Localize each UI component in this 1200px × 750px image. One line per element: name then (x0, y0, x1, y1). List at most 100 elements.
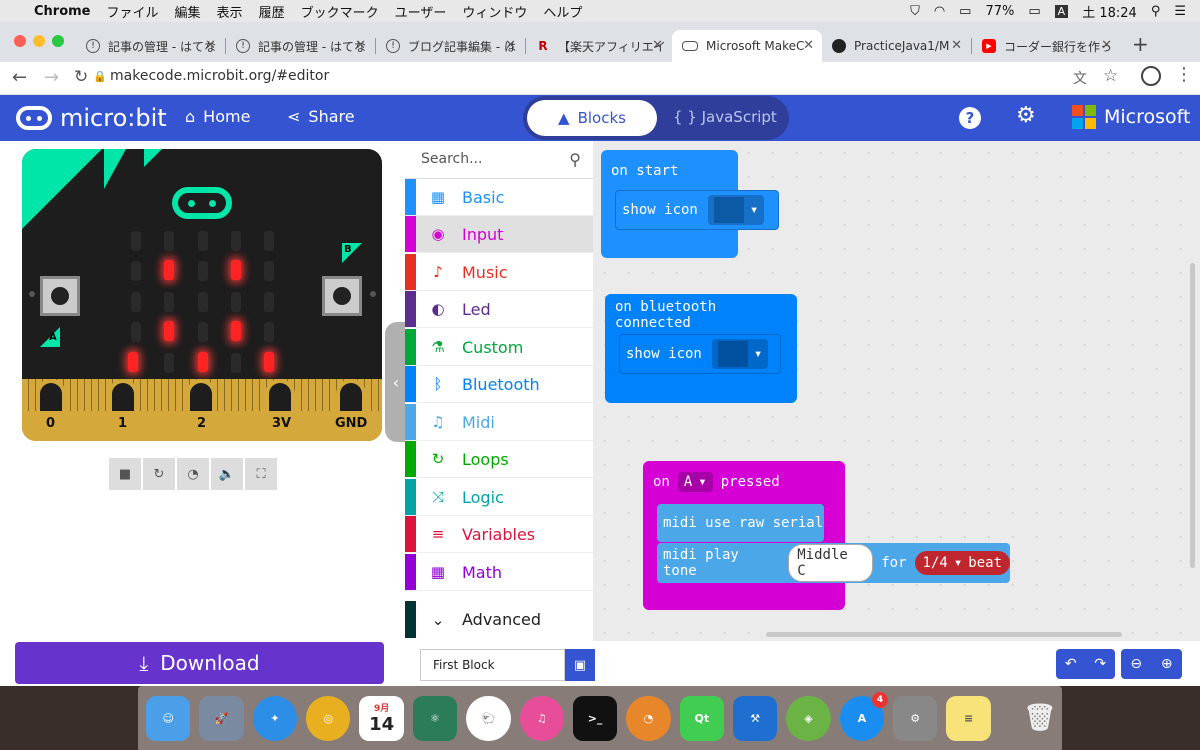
menu-bookmarks[interactable]: ブックマーク (301, 2, 379, 21)
profile-avatar-icon[interactable] (1141, 66, 1161, 86)
beat-dropdown[interactable]: 1/4 ▾ beat (914, 551, 1010, 575)
pin-1[interactable] (108, 379, 138, 411)
category-advanced[interactable]: ⌄ Advanced (405, 601, 593, 638)
tab-close-icon[interactable]: ✕ (803, 38, 814, 53)
tab-rakuten[interactable]: R 【楽天アフィリエイ ✕ (526, 30, 671, 62)
pin-0[interactable] (36, 379, 66, 411)
tab-close-icon[interactable]: ✕ (951, 38, 962, 53)
safari-compass-icon[interactable]: ✦ (252, 695, 298, 741)
pin-2[interactable] (186, 379, 216, 411)
notification-center-icon[interactable]: ☰ (1174, 4, 1186, 19)
finder-icon[interactable]: ☺ (146, 695, 191, 741)
atom-icon[interactable]: ⚛ (412, 695, 458, 741)
category-music[interactable]: ♪ Music (405, 254, 593, 291)
tab-makecode[interactable]: Microsoft MakeC ✕ (672, 30, 822, 62)
icon-dropdown[interactable]: ▾ (711, 339, 769, 369)
battery-percent[interactable]: 77% (985, 4, 1014, 19)
tab-hatena-1[interactable]: ! 記事の管理 - はてな ✕ (76, 30, 224, 62)
reload-icon[interactable]: ↻ (74, 67, 88, 87)
zoom-in-icon[interactable]: ⊕ (1161, 656, 1173, 672)
on-bluetooth-connected-block[interactable]: on bluetooth connected show icon ▾ (605, 294, 797, 403)
on-start-block[interactable]: on start show icon ▾ (601, 150, 779, 258)
note-picker[interactable]: Middle C (788, 544, 874, 582)
tab-close-icon[interactable]: ✕ (505, 38, 516, 53)
category-led[interactable]: ◐ Led (405, 291, 593, 328)
show-icon-block[interactable]: show icon ▾ (615, 190, 779, 230)
qt-creator-icon[interactable]: Qt (679, 695, 724, 741)
category-custom[interactable]: ⚗ Custom (405, 329, 593, 366)
horizontal-scrollbar[interactable] (766, 632, 1122, 637)
category-logic[interactable]: ⤨ Logic (405, 479, 593, 516)
menu-edit[interactable]: 編集 (175, 2, 201, 21)
tab-blog-edit[interactable]: ! ブログ記事編集 - は ✕ (376, 30, 524, 62)
menu-window[interactable]: ウィンドウ (462, 2, 527, 21)
tab-close-icon[interactable]: ✕ (205, 38, 216, 53)
airplay-icon[interactable]: ▭ (959, 4, 971, 19)
restart-icon[interactable]: ↻ (143, 458, 175, 490)
category-midi[interactable]: ♫ Midi (405, 404, 593, 441)
microbit-logo[interactable]: micro:bit (16, 104, 167, 132)
slow-motion-icon[interactable]: ◔ (177, 458, 209, 490)
icon-dropdown[interactable]: ▾ (707, 195, 765, 225)
chrome-icon[interactable]: ◎ (306, 695, 351, 741)
help-icon[interactable]: ? (959, 107, 981, 129)
category-basic[interactable]: ▦ Basic (405, 179, 593, 216)
share-button[interactable]: ⋖ Share (287, 107, 355, 126)
forward-arrow-icon[interactable]: → (44, 67, 59, 88)
app-store-icon[interactable]: A4 (839, 691, 889, 741)
calendar-icon[interactable]: 9月 14 (359, 695, 404, 741)
alpaca-app-icon[interactable]: 🐑 (466, 695, 511, 741)
blocks-tab[interactable]: ▲ Blocks (527, 100, 657, 136)
category-loops[interactable]: ↻ Loops (405, 441, 593, 478)
javascript-tab[interactable]: { } JavaScript (673, 108, 777, 126)
input-source[interactable]: A (1054, 4, 1069, 18)
tab-close-icon[interactable]: ✕ (355, 38, 366, 53)
tab-close-icon[interactable]: ✕ (1101, 38, 1112, 53)
notes-icon[interactable]: ≡ (946, 695, 991, 741)
project-name-input[interactable]: First Block (420, 649, 565, 681)
spotlight-icon[interactable]: ⚲ (1151, 4, 1161, 19)
blocks-workspace[interactable]: on start show icon ▾ on bluetooth connec… (593, 141, 1200, 641)
stop-icon[interactable]: ■ (109, 458, 141, 490)
android-studio-icon[interactable]: ◈ (786, 695, 831, 741)
system-preferences-gear-icon[interactable]: ⚙ (893, 695, 938, 741)
shield-icon[interactable]: ⛉ (910, 4, 920, 19)
terminal-icon[interactable]: >_ (572, 695, 618, 741)
vertical-scrollbar[interactable] (1190, 263, 1195, 568)
trash-icon[interactable]: 🗑 (1018, 696, 1062, 741)
home-button[interactable]: ⌂ Home (185, 107, 250, 126)
show-icon-block[interactable]: show icon ▾ (619, 334, 781, 374)
midi-play-tone-block[interactable]: midi play tone Middle C for 1/4 ▾ beat (657, 543, 1010, 583)
microsoft-logo[interactable]: Microsoft (1072, 105, 1190, 129)
category-variables[interactable]: ≡ Variables (405, 516, 593, 553)
minimize-window-button[interactable] (33, 35, 45, 47)
chrome-menu-icon[interactable]: ⋮ (1175, 64, 1193, 85)
microbit-simulator[interactable]: A B 0 1 2 3V GND (22, 149, 382, 441)
download-button[interactable]: ⤓ Download (15, 642, 384, 684)
save-disk-icon[interactable]: ▣ (565, 649, 595, 681)
wifi-icon[interactable]: ◠ (934, 4, 945, 19)
midi-use-raw-serial-block[interactable]: midi use raw serial (657, 504, 824, 542)
redo-icon[interactable]: ↷ (1094, 656, 1106, 672)
button-b[interactable] (322, 276, 362, 316)
menu-help[interactable]: ヘルプ (543, 2, 582, 21)
tab-youtube[interactable]: ▶ コーダー銀行を作っ ✕ (972, 30, 1120, 62)
menu-user[interactable]: ユーザー (395, 2, 447, 21)
pin-3v[interactable] (265, 379, 295, 411)
close-window-button[interactable] (14, 35, 26, 47)
app-menu-chrome[interactable]: Chrome (34, 4, 91, 19)
mute-icon[interactable]: 🔈 (211, 458, 243, 490)
category-math[interactable]: ▦ Math (405, 554, 593, 591)
blender-icon[interactable]: ◔ (626, 695, 671, 741)
tab-close-icon[interactable]: ✕ (652, 38, 663, 53)
category-input[interactable]: ◉ Input (405, 216, 593, 253)
button-a[interactable] (40, 276, 80, 316)
menu-history[interactable]: 履歴 (259, 2, 285, 21)
zoom-window-button[interactable] (52, 35, 64, 47)
menu-view[interactable]: 表示 (217, 2, 243, 21)
button-dropdown[interactable]: A ▾ (677, 472, 713, 492)
clock[interactable]: 土 18:24 (1082, 2, 1137, 21)
on-button-pressed-block[interactable]: on A ▾ pressed midi use raw serial midi pla… (643, 461, 1010, 610)
translate-icon[interactable]: 文 (1073, 68, 1087, 88)
lock-icon[interactable]: 🔒 (93, 70, 107, 83)
